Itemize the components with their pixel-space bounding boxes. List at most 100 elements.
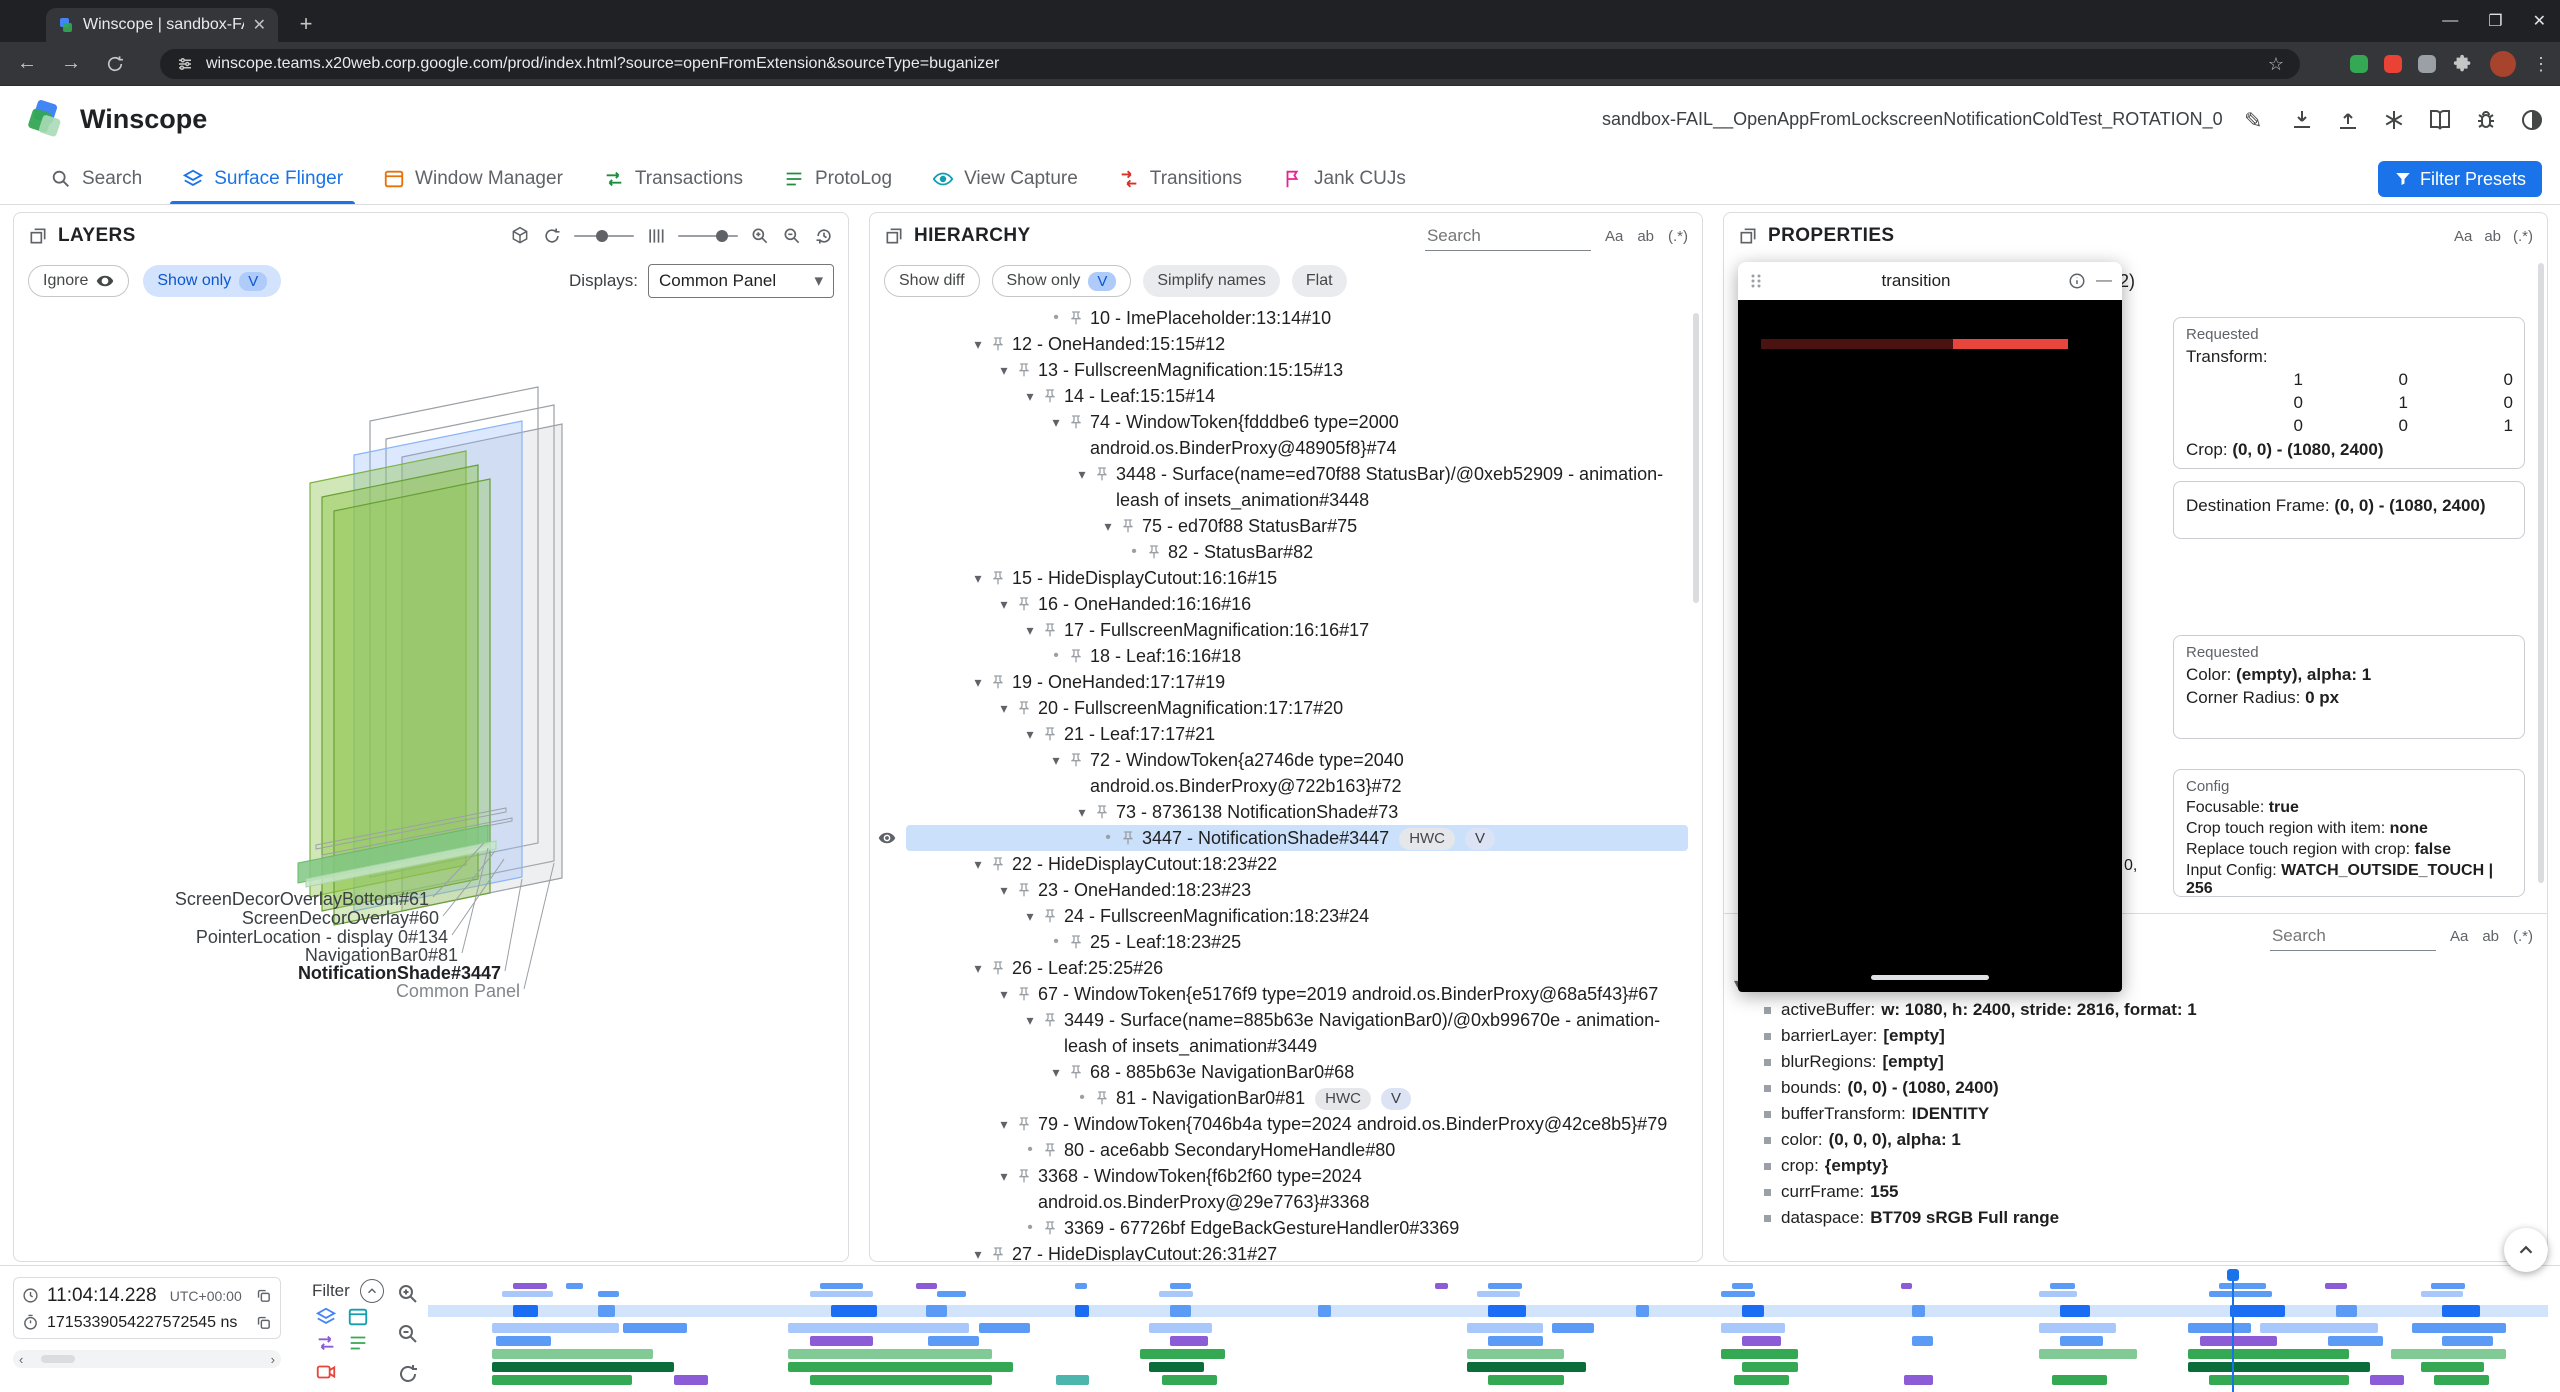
- tree-node[interactable]: ▾26 - Leaf:25:25#26: [870, 955, 1694, 981]
- layer-label[interactable]: NavigationBar0#81: [305, 945, 458, 965]
- tree-node[interactable]: •25 - Leaf:18:23#25: [870, 929, 1694, 955]
- new-tab-button[interactable]: +: [292, 10, 320, 38]
- expand-toggle[interactable]: ▾: [1046, 409, 1066, 435]
- minimize-overlay-icon[interactable]: —: [2096, 272, 2112, 290]
- trace-segment[interactable]: [1075, 1305, 1090, 1317]
- property-item[interactable]: currFrame:155: [1734, 1179, 2537, 1205]
- zoom-out-icon[interactable]: [782, 226, 802, 246]
- trace-segment[interactable]: [2039, 1291, 2077, 1297]
- trace-segment[interactable]: [2039, 1323, 2115, 1333]
- trace-segment[interactable]: [937, 1291, 967, 1297]
- dark-mode-icon[interactable]: [2520, 108, 2544, 132]
- trace-segment[interactable]: [1467, 1362, 1586, 1372]
- pin-icon[interactable]: [1016, 1168, 1032, 1184]
- window-maximize-icon[interactable]: ❐: [2488, 11, 2502, 31]
- pin-icon[interactable]: [990, 960, 1006, 976]
- trace-segment[interactable]: [1162, 1375, 1217, 1385]
- tree-node[interactable]: ▾24 - FullscreenMagnification:18:23#24: [870, 903, 1694, 929]
- trace-segment[interactable]: [1636, 1305, 1649, 1317]
- trace-segment[interactable]: [1056, 1375, 1090, 1385]
- bookmark-star-icon[interactable]: ☆: [2268, 54, 2284, 75]
- trace-segment[interactable]: [2188, 1323, 2252, 1333]
- property-item[interactable]: color:(0, 0, 0), alpha: 1: [1734, 1127, 2537, 1153]
- tree-node[interactable]: •82 - StatusBar#82: [870, 539, 1694, 565]
- shortcuts-icon[interactable]: [2382, 108, 2406, 132]
- trace-segment[interactable]: [1721, 1291, 1755, 1297]
- pin-icon[interactable]: [1016, 596, 1032, 612]
- trace-segment[interactable]: [2431, 1283, 2465, 1289]
- screen-recording-trace-icon[interactable]: [315, 1361, 337, 1383]
- timeline-row-window-manager[interactable]: [428, 1349, 2548, 1359]
- rotation-slider[interactable]: [574, 235, 634, 237]
- copy-time-icon[interactable]: [255, 1287, 272, 1304]
- expand-toggle[interactable]: ▾: [994, 357, 1014, 383]
- timeline-zoom-in-icon[interactable]: [396, 1282, 420, 1306]
- trace-segment[interactable]: [1140, 1349, 1225, 1359]
- scroll-right-icon[interactable]: ›: [271, 1352, 275, 1367]
- trace-segment[interactable]: [2442, 1305, 2480, 1317]
- match-case-icon[interactable]: Aa: [2450, 928, 2468, 945]
- trace-segment[interactable]: [1435, 1283, 1448, 1289]
- pin-icon[interactable]: [1068, 310, 1084, 326]
- back-icon[interactable]: ←: [10, 47, 44, 81]
- expand-toggle[interactable]: ▾: [994, 695, 1014, 721]
- trace-segment[interactable]: [1467, 1323, 1543, 1333]
- trace-segment[interactable]: [2434, 1375, 2489, 1385]
- window-minimize-icon[interactable]: —: [2442, 12, 2458, 30]
- trace-segment[interactable]: [2052, 1375, 2107, 1385]
- match-case-icon[interactable]: Aa: [1605, 228, 1623, 245]
- trace-segment[interactable]: [2421, 1291, 2463, 1297]
- collapse-timeline-button[interactable]: [2504, 1228, 2548, 1272]
- tree-node[interactable]: ▾3448 - Surface(name=ed70f88 StatusBar)/…: [870, 461, 1694, 513]
- trace-segment[interactable]: [2209, 1375, 2349, 1385]
- tree-node[interactable]: ▾22 - HideDisplayCutout:18:23#22: [870, 851, 1694, 877]
- trace-segment[interactable]: [2039, 1349, 2137, 1359]
- tree-node[interactable]: ▾17 - FullscreenMagnification:16:16#17: [870, 617, 1694, 643]
- trace-segment[interactable]: [916, 1283, 937, 1289]
- tree-node[interactable]: ▾19 - OneHanded:17:17#19: [870, 669, 1694, 695]
- trace-segment[interactable]: [2060, 1305, 2090, 1317]
- trace-segment[interactable]: [820, 1283, 862, 1289]
- trace-segment[interactable]: [513, 1305, 538, 1317]
- trace-segment[interactable]: [1170, 1305, 1191, 1317]
- trace-segment[interactable]: [810, 1336, 874, 1346]
- tree-node[interactable]: ▾13 - FullscreenMagnification:15:15#13: [870, 357, 1694, 383]
- properties-search-input[interactable]: [2270, 922, 2436, 951]
- pin-icon[interactable]: [1042, 622, 1058, 638]
- trace-segment[interactable]: [566, 1283, 583, 1289]
- trace-segment[interactable]: [831, 1305, 878, 1317]
- tab-transactions[interactable]: Transactions: [583, 153, 763, 204]
- trace-segment[interactable]: [1912, 1305, 1925, 1317]
- tree-node[interactable]: ▾73 - 8736138 NotificationShade#73: [870, 799, 1694, 825]
- expand-toggle[interactable]: ▾: [968, 1241, 988, 1261]
- timeline-canvas[interactable]: [428, 1275, 2548, 1392]
- reload-icon[interactable]: [98, 47, 132, 81]
- reset-view-icon[interactable]: [814, 226, 834, 246]
- timeline-row-protolog[interactable]: [428, 1375, 2548, 1385]
- trace-segment[interactable]: [492, 1375, 632, 1385]
- pin-icon[interactable]: [1146, 544, 1162, 560]
- trace-segment[interactable]: [1488, 1336, 1543, 1346]
- expand-toggle[interactable]: ▾: [968, 669, 988, 695]
- screenshot-overlay-window[interactable]: transition —: [1738, 262, 2122, 992]
- trace-segment[interactable]: [1904, 1375, 1934, 1385]
- trace-segment[interactable]: [2050, 1283, 2075, 1289]
- trace-segment[interactable]: [788, 1323, 968, 1333]
- trace-segment[interactable]: [1075, 1283, 1088, 1289]
- pin-icon[interactable]: [1042, 1012, 1058, 1028]
- download-icon[interactable]: [2290, 108, 2314, 132]
- trace-segment[interactable]: [492, 1362, 674, 1372]
- tree-node[interactable]: ▾67 - WindowToken{e5176f9 type=2019 andr…: [870, 981, 1694, 1007]
- trace-segment[interactable]: [926, 1305, 947, 1317]
- trace-segment[interactable]: [1734, 1375, 1789, 1385]
- timeline-reset-zoom-icon[interactable]: [396, 1362, 420, 1386]
- trace-segment[interactable]: [1742, 1336, 1780, 1346]
- window-close-icon[interactable]: ✕: [2533, 11, 2546, 31]
- trace-segment[interactable]: [1732, 1283, 1753, 1289]
- expand-toggle[interactable]: ▾: [1098, 513, 1118, 539]
- trace-segment[interactable]: [1488, 1375, 1564, 1385]
- trace-segment[interactable]: [1170, 1336, 1208, 1346]
- expand-toggle[interactable]: ▾: [1020, 617, 1040, 643]
- trace-segment[interactable]: [788, 1362, 1013, 1372]
- timeline-zoom-out-icon[interactable]: [396, 1322, 420, 1346]
